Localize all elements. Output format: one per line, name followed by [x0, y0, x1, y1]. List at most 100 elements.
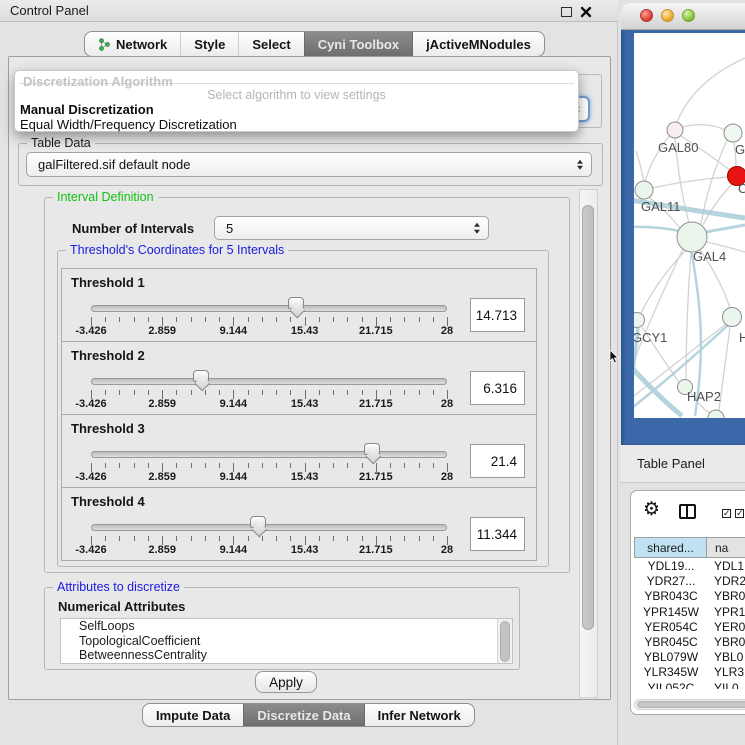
slider-track[interactable] — [91, 305, 447, 312]
attribute-list-item[interactable]: SelfLoops — [61, 619, 512, 634]
close-icon[interactable] — [580, 6, 592, 18]
scrollbar-thumb[interactable] — [500, 621, 510, 662]
table-row[interactable]: YPR145WYPR1 — [634, 605, 745, 620]
tab-impute-data[interactable]: Impute Data — [143, 704, 243, 726]
scrollbar-thumb[interactable] — [637, 701, 745, 708]
tick-mark — [319, 463, 320, 468]
tick-mark — [390, 536, 391, 541]
tab-label: jActiveMNodules — [426, 37, 531, 52]
table-row[interactable]: YBR043CYBR0 — [634, 589, 745, 604]
tick-mark — [362, 317, 363, 322]
node-gal11[interactable] — [635, 181, 653, 199]
slider-track[interactable] — [91, 378, 447, 385]
dropdown-option[interactable]: Equal Width/Frequency Discretization — [20, 117, 573, 132]
combo-arrows-icon — [474, 223, 480, 234]
tick-label: 15.43 — [291, 325, 319, 337]
threshold-value-field[interactable] — [470, 444, 525, 478]
dropdown-option[interactable]: Manual Discretization — [20, 102, 573, 117]
node-label-partial: H — [739, 330, 745, 345]
tab-label: Impute Data — [156, 708, 230, 723]
mouse-cursor — [609, 350, 621, 364]
number-of-intervals-value: 5 — [226, 217, 233, 239]
numerical-attributes-list[interactable]: SelfLoopsTopologicalCoefficientBetweenne… — [60, 618, 513, 664]
table-row[interactable]: YBR045CYBR0 — [634, 635, 745, 650]
node[interactable] — [708, 410, 724, 418]
slider-thumb[interactable] — [364, 443, 380, 455]
tick-label: 9.144 — [220, 544, 248, 556]
table-cell: YBR0 — [708, 589, 745, 604]
node-gcy1[interactable] — [634, 313, 645, 328]
tick-label: -3.426 — [75, 544, 106, 556]
table-row[interactable]: YLR345WYLR3 — [634, 665, 745, 680]
tab-cyni-toolbox[interactable]: Cyni Toolbox — [304, 32, 412, 56]
table-row[interactable]: YDR27...YDR2 — [634, 574, 745, 589]
node[interactable] — [724, 124, 742, 142]
tick-label: 9.144 — [220, 325, 248, 337]
slider-thumb[interactable] — [193, 370, 209, 382]
tab-jactivemnodules[interactable]: jActiveMNodules — [412, 32, 544, 56]
table-panel-title: Table Panel — [637, 456, 705, 471]
attribute-list-item[interactable]: BetweennessCentrality — [61, 648, 512, 663]
node-gal4[interactable] — [677, 222, 707, 252]
slider-thumb[interactable] — [250, 516, 266, 528]
tab-discretize-data[interactable]: Discretize Data — [243, 704, 363, 726]
tick-label: -3.426 — [75, 325, 106, 337]
slider-tick-labels: -3.4262.8599.14415.4321.71528 — [91, 544, 447, 556]
table-data-combobox[interactable]: galFiltered.sif default node — [26, 152, 592, 177]
table-row[interactable]: YBL079WYBL0 — [634, 650, 745, 665]
thresholds-group-label: Threshold's Coordinates for 5 Intervals — [66, 243, 288, 257]
column-header-name[interactable]: na — [707, 538, 745, 557]
threshold-value-field[interactable] — [470, 371, 525, 405]
attribute-list-item[interactable]: TopologicalCoefficient — [61, 634, 512, 649]
tick-label: 21.715 — [359, 544, 393, 556]
tab-network[interactable]: Network — [85, 32, 180, 56]
close-traffic-light-icon[interactable] — [640, 9, 653, 22]
checkbox-icon[interactable]: ✓ — [722, 509, 731, 518]
number-of-intervals-combobox[interactable]: 5 — [214, 216, 489, 240]
list-vertical-scrollbar[interactable] — [497, 619, 512, 663]
tick-mark — [433, 317, 434, 322]
tick-mark — [419, 536, 420, 541]
tick-mark — [433, 390, 434, 395]
tick-mark — [219, 317, 220, 322]
tick-mark — [205, 317, 206, 322]
settings-vertical-scrollbar[interactable] — [579, 189, 598, 698]
tick-label: 15.43 — [291, 398, 319, 410]
tab-select[interactable]: Select — [238, 32, 303, 56]
table-row[interactable]: YER054CYER0 — [634, 620, 745, 635]
tick-mark — [148, 390, 149, 395]
tab-label: Infer Network — [378, 708, 461, 723]
slider-thumb[interactable] — [288, 297, 304, 309]
threshold-value-field[interactable] — [470, 517, 525, 551]
minimize-traffic-light-icon[interactable] — [661, 9, 674, 22]
threshold-value-field[interactable] — [470, 298, 525, 332]
scrollbar-thumb[interactable] — [582, 205, 594, 630]
network-canvas[interactable]: GAL80 GAL11 GAL4 GCY1 HAP2 GA C H — [634, 33, 745, 418]
slider-track[interactable] — [91, 524, 447, 531]
slider-track[interactable] — [91, 451, 447, 458]
tick-mark — [319, 317, 320, 322]
tab-style[interactable]: Style — [180, 32, 238, 56]
apply-button[interactable]: Apply — [255, 671, 317, 693]
table-cell: YER054C — [634, 620, 708, 635]
settings-gear-icon[interactable]: ⚙ — [643, 500, 660, 519]
checkbox-icon[interactable]: ✓ — [735, 509, 744, 518]
table-row[interactable]: YIL052CYIL0 — [634, 681, 745, 690]
tick-mark — [105, 536, 106, 541]
table-row[interactable]: YDL19...YDL1 — [634, 559, 745, 574]
network-graph: GAL80 GAL11 GAL4 GCY1 HAP2 GA C H — [634, 33, 745, 418]
dropdown-hint: Select algorithm to view settings — [15, 88, 578, 102]
zoom-traffic-light-icon[interactable] — [682, 9, 695, 22]
tab-infer-network[interactable]: Infer Network — [364, 704, 474, 726]
split-columns-icon[interactable] — [679, 504, 696, 519]
node[interactable] — [723, 308, 742, 327]
tick-mark — [262, 390, 263, 395]
tick-mark — [148, 463, 149, 468]
column-header-shared-name[interactable]: shared... — [634, 538, 707, 557]
float-window-icon[interactable] — [561, 7, 572, 17]
node-gal80[interactable] — [667, 122, 683, 138]
tick-mark — [362, 536, 363, 541]
table-horizontal-scrollbar[interactable] — [634, 699, 745, 710]
tick-mark — [404, 390, 405, 395]
numerical-attributes-label: Numerical Attributes — [58, 599, 185, 614]
